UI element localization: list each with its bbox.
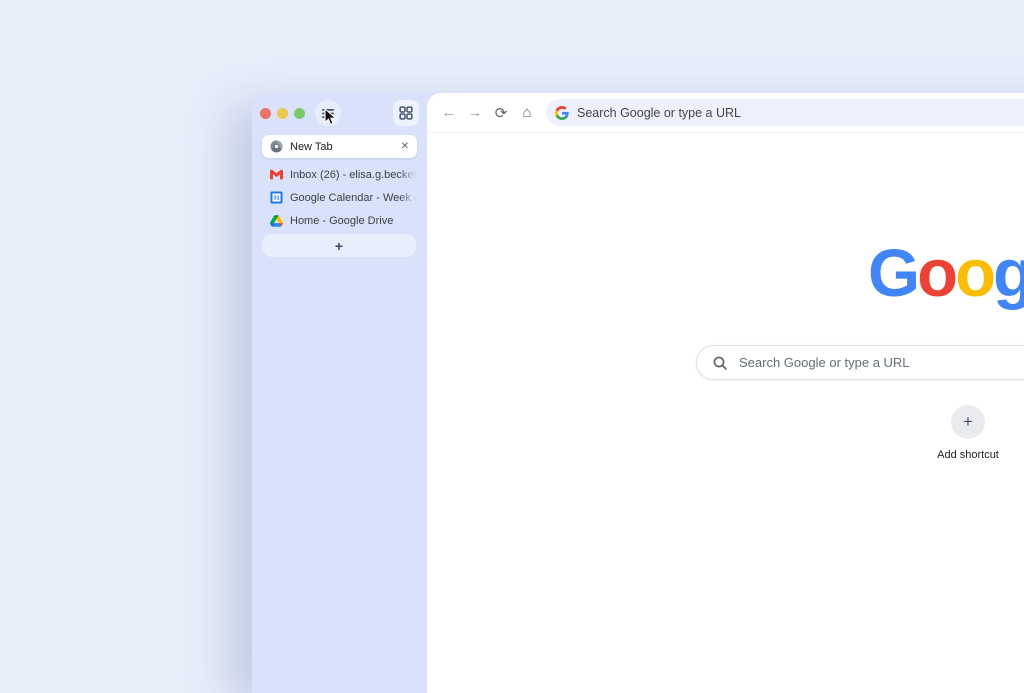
back-icon[interactable]: ←: [436, 100, 462, 126]
add-shortcut[interactable]: + Add shortcut: [933, 405, 1003, 461]
vertical-tabs-sidebar: New Tab ✕ Inbox (26) - elisa.g.beckett@g…: [252, 93, 427, 693]
omnibox[interactable]: [546, 99, 1024, 126]
ntp-search-box[interactable]: [696, 345, 1024, 380]
svg-text:31: 31: [273, 196, 279, 202]
tab-title: Inbox (26) - elisa.g.beckett@g: [290, 168, 417, 181]
active-tab-new-tab[interactable]: New Tab ✕: [262, 135, 417, 158]
chrome-icon: [270, 140, 283, 153]
forward-icon[interactable]: →: [462, 100, 488, 126]
logo-letter: G: [868, 236, 920, 311]
tab-grid-button[interactable]: [393, 100, 419, 126]
home-icon[interactable]: ⌂: [514, 100, 540, 126]
tab-list-icon: [321, 106, 335, 120]
ntp-search-input[interactable]: [739, 355, 1024, 370]
omnibox-input[interactable]: [577, 105, 1024, 120]
new-tab-page: Google + Add shortcut: [427, 133, 1024, 693]
close-window-button[interactable]: [260, 107, 271, 119]
search-icon: [712, 355, 728, 371]
minimize-window-button[interactable]: [277, 107, 288, 119]
google-logo: Google: [868, 235, 1024, 312]
browser-window: New Tab ✕ Inbox (26) - elisa.g.beckett@g…: [252, 93, 1024, 693]
add-shortcut-plus-icon[interactable]: +: [951, 405, 985, 439]
desktop: { "sidebar": { "active_tab": { "title": …: [0, 0, 1024, 693]
logo-letter: g: [993, 236, 1024, 311]
tab-row-gmail[interactable]: Inbox (26) - elisa.g.beckett@g: [262, 163, 417, 186]
google-g-icon: [555, 105, 569, 120]
logo-letter: o: [917, 236, 958, 311]
logo-letter: o: [955, 236, 996, 311]
maximize-window-button[interactable]: [294, 107, 305, 119]
sidebar-toggle-button[interactable]: [315, 100, 341, 126]
add-shortcut-label: Add shortcut: [937, 449, 999, 461]
reload-icon[interactable]: ⟳: [488, 100, 514, 126]
tab-row-calendar[interactable]: 31 Google Calendar - Week of Ma: [262, 186, 417, 209]
window-controls: [260, 107, 305, 119]
sidebar-header: [252, 93, 427, 133]
google-drive-icon: [270, 214, 283, 227]
tab-row-drive[interactable]: Home - Google Drive: [262, 209, 417, 232]
new-tab-button[interactable]: +: [262, 234, 416, 257]
tab-title: New Tab: [290, 140, 333, 153]
gmail-icon: [270, 168, 283, 181]
tab-title: Google Calendar - Week of Ma: [290, 191, 417, 204]
browser-main: ← → ⟳ ⌂ Google: [427, 93, 1024, 693]
grid-icon: [399, 106, 413, 120]
google-calendar-icon: 31: [270, 191, 283, 204]
tab-title: Home - Google Drive: [290, 214, 394, 227]
browser-toolbar: ← → ⟳ ⌂: [427, 93, 1024, 133]
close-tab-icon[interactable]: ✕: [401, 141, 409, 152]
